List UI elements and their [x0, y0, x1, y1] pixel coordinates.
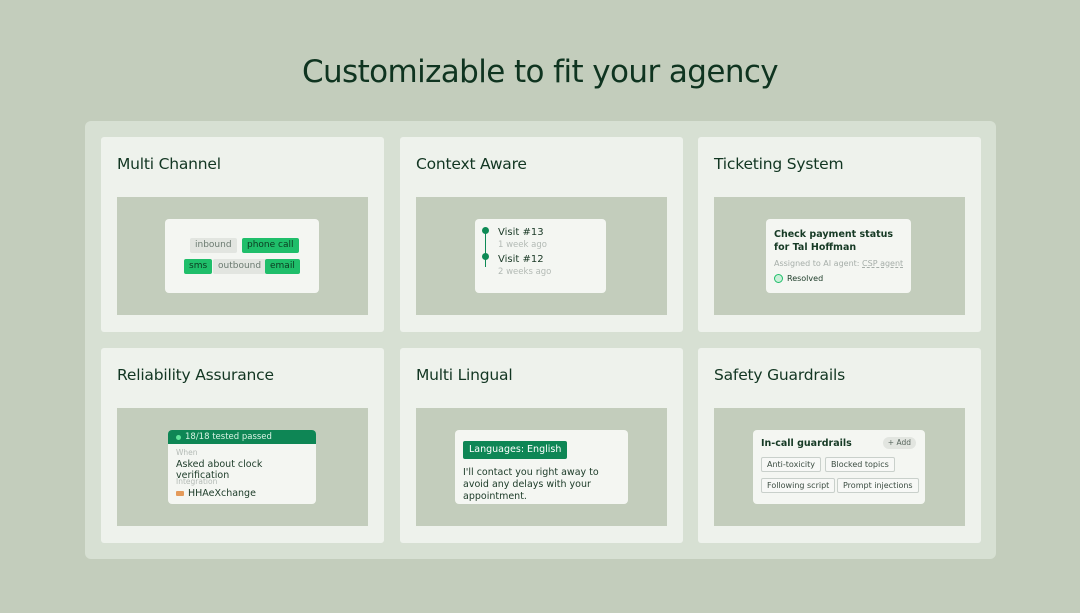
card-context-aware: Context Aware Visit #13 1 week ago Visit… [400, 137, 683, 332]
page-headline: Customizable to fit your agency [301, 54, 779, 90]
integration-label: Integration [176, 477, 218, 486]
card-title: Multi Lingual [416, 366, 513, 384]
chip-phone-call[interactable]: phone call [242, 238, 299, 253]
guardrail-tag[interactable]: Anti-toxicity [761, 457, 822, 472]
card-title: Multi Channel [117, 155, 221, 173]
visit-timeline: Visit #13 1 week ago Visit #12 2 weeks a… [475, 219, 606, 293]
integration-value: HHAeXchange [176, 488, 256, 499]
when-label: When [176, 448, 198, 457]
card-preview: In-call guardrails + Add Anti-toxicity B… [714, 408, 965, 526]
card-preview: Languages: English I'll contact you righ… [416, 408, 667, 526]
ticket-box[interactable]: Check payment status for Tal Hoffman Ass… [766, 219, 911, 293]
ticket-status: Resolved [774, 274, 823, 283]
ticket-title: Check payment status for Tal Hoffman [774, 228, 893, 254]
test-result-box: 18/18 tested passed When Asked about clo… [168, 430, 316, 504]
test-status-header: 18/18 tested passed [168, 430, 316, 444]
status-dot-icon [176, 434, 181, 440]
visit-time: 1 week ago [498, 240, 547, 250]
card-preview: 18/18 tested passed When Asked about clo… [117, 408, 368, 526]
integration-name: HHAeXchange [188, 488, 256, 499]
ticket-assignee: Assigned to AI agent: CSP agent [774, 259, 903, 268]
chip-sms[interactable]: sms [184, 259, 213, 274]
card-multi-lingual: Multi Lingual Languages: English I'll co… [400, 348, 683, 543]
card-preview: Visit #13 1 week ago Visit #12 2 weeks a… [416, 197, 667, 315]
test-status-label: 18/18 tested passed [185, 432, 272, 442]
chip-outbound[interactable]: outbound [213, 259, 267, 274]
guardrail-tag[interactable]: Blocked topics [825, 457, 895, 472]
ticket-title-line: Check payment status [774, 229, 894, 240]
card-multi-channel: Multi Channel inbound phone call sms out… [101, 137, 384, 332]
chip-inbound[interactable]: inbound [190, 238, 237, 253]
card-title: Reliability Assurance [117, 366, 274, 384]
card-title: Context Aware [416, 155, 527, 173]
language-box: Languages: English I'll contact you righ… [455, 430, 628, 504]
check-circle-icon [774, 274, 783, 283]
visit-title[interactable]: Visit #13 [498, 227, 544, 238]
card-ticketing: Ticketing System Check payment status fo… [698, 137, 981, 332]
sample-message: I'll contact you right away to avoid any… [463, 467, 599, 502]
card-reliability: Reliability Assurance 18/18 tested passe… [101, 348, 384, 543]
card-preview: inbound phone call sms outbound email [117, 197, 368, 315]
card-preview: Check payment status for Tal Hoffman Ass… [714, 197, 965, 315]
ticket-title-line: for Tal Hoffman [774, 242, 857, 253]
visit-time: 2 weeks ago [498, 267, 552, 277]
channel-box: inbound phone call sms outbound email [165, 219, 319, 293]
features-panel: Multi Channel inbound phone call sms out… [85, 121, 996, 559]
status-label: Resolved [787, 274, 824, 283]
guardrail-tag[interactable]: Prompt injections [837, 478, 919, 493]
assignee-agent-link[interactable]: CSP agent [862, 259, 903, 268]
language-badge[interactable]: Languages: English [463, 441, 568, 459]
timeline-dot [482, 227, 489, 234]
assignee-prefix: Assigned to AI agent: [774, 259, 863, 268]
integration-logo-icon [176, 491, 184, 496]
chip-email[interactable]: email [265, 259, 300, 274]
card-title: Ticketing System [714, 155, 844, 173]
add-guardrail-button[interactable]: + Add [882, 437, 916, 449]
timeline-dot [482, 253, 489, 260]
guardrails-box: In-call guardrails + Add Anti-toxicity B… [753, 430, 925, 504]
guardrail-tag[interactable]: Following script [761, 478, 836, 493]
card-safety: Safety Guardrails In-call guardrails + A… [698, 348, 981, 543]
guardrails-title: In-call guardrails [761, 438, 852, 449]
visit-title[interactable]: Visit #12 [498, 254, 544, 265]
card-title: Safety Guardrails [714, 366, 845, 384]
